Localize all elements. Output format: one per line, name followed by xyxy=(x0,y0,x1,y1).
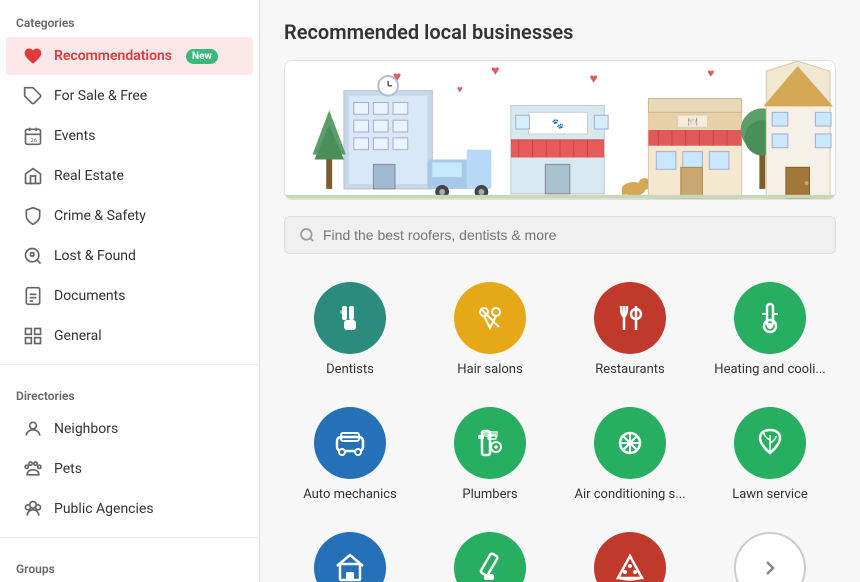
tag-icon xyxy=(22,85,44,107)
see-more-circle xyxy=(734,532,806,582)
sidebar-item-documents[interactable]: Documents xyxy=(6,277,253,315)
category-restaurants[interactable]: Restaurants xyxy=(564,274,696,387)
sidebar-item-for-sale[interactable]: For Sale & Free xyxy=(6,77,253,115)
calendar-icon: 26 xyxy=(22,125,44,147)
sidebar-item-general[interactable]: General xyxy=(6,317,253,355)
plumbers-circle xyxy=(454,407,526,479)
sidebar-item-general-label: General xyxy=(54,328,102,344)
svg-text:♥: ♥ xyxy=(707,66,714,80)
sidebar-item-crime-safety[interactable]: Crime & Safety xyxy=(6,197,253,235)
sidebar-item-events[interactable]: 26 Events xyxy=(6,117,253,155)
sidebar-item-neighbors[interactable]: Neighbors xyxy=(6,410,253,448)
sidebar-item-documents-label: Documents xyxy=(54,288,125,304)
grid-icon xyxy=(22,325,44,347)
person-icon xyxy=(22,418,44,440)
main-content: Recommended local businesses ♥ ♥ ♥ ♥ ♥ xyxy=(260,0,860,582)
sidebar-item-events-label: Events xyxy=(54,128,95,144)
heating-cooling-label: Heating and cooli... xyxy=(714,362,825,379)
air-conditioning-circle xyxy=(594,407,666,479)
shield-icon xyxy=(22,205,44,227)
lawn-service-label: Lawn service xyxy=(732,487,808,504)
real-estate-agents-circle xyxy=(314,532,386,582)
category-see-more[interactable]: See more xyxy=(704,524,836,582)
sidebar-item-public-agencies-label: Public Agencies xyxy=(54,501,154,517)
restaurants-circle xyxy=(594,282,666,354)
groups-section-title: Groups xyxy=(0,546,259,582)
sidebar-item-real-estate-label: Real Estate xyxy=(54,168,124,184)
category-lawn-service[interactable]: Lawn service xyxy=(704,399,836,512)
pizza-places-circle xyxy=(594,532,666,582)
lost-icon xyxy=(22,245,44,267)
pets-icon xyxy=(22,458,44,480)
category-air-conditioning[interactable]: Air conditioning s... xyxy=(564,399,696,512)
agency-icon xyxy=(22,498,44,520)
sidebar-item-lost-found-label: Lost & Found xyxy=(54,248,136,264)
dentists-circle xyxy=(314,282,386,354)
sidebar-item-pets-label: Pets xyxy=(54,461,82,477)
sidebar: Categories Recommendations New For Sale … xyxy=(0,0,260,582)
category-dentists[interactable]: Dentists xyxy=(284,274,416,387)
categories-section-title: Categories xyxy=(0,0,259,36)
directories-section-title: Directories xyxy=(0,373,259,409)
sidebar-item-neighbors-label: Neighbors xyxy=(54,421,118,437)
category-hair-salons[interactable]: Hair salons xyxy=(424,274,556,387)
category-plumbers[interactable]: Plumbers xyxy=(424,399,556,512)
page-title: Recommended local businesses xyxy=(284,20,836,44)
sidebar-item-real-estate[interactable]: Real Estate xyxy=(6,157,253,195)
category-heating-cooling[interactable]: Heating and cooli... xyxy=(704,274,836,387)
category-house-painters[interactable]: House painters xyxy=(424,524,556,582)
dentists-label: Dentists xyxy=(326,362,374,379)
heating-cooling-circle xyxy=(734,282,806,354)
sidebar-item-lost-found[interactable]: Lost & Found xyxy=(6,237,253,275)
sidebar-item-recommendations-label: Recommendations xyxy=(54,48,172,64)
auto-mechanics-label: Auto mechanics xyxy=(303,487,397,504)
hair-salons-circle xyxy=(454,282,526,354)
category-real-estate-agents[interactable]: Real estate agents xyxy=(284,524,416,582)
search-input[interactable] xyxy=(323,227,821,243)
search-bar[interactable] xyxy=(284,216,836,254)
heart-icon xyxy=(22,45,44,67)
svg-text:🍽: 🍽 xyxy=(688,117,698,126)
search-icon xyxy=(299,227,315,243)
hair-salons-label: Hair salons xyxy=(457,362,522,379)
sidebar-item-for-sale-label: For Sale & Free xyxy=(54,88,147,104)
svg-text:♥: ♥ xyxy=(491,63,499,79)
category-auto-mechanics[interactable]: Auto mechanics xyxy=(284,399,416,512)
lawn-service-circle xyxy=(734,407,806,479)
sidebar-item-pets[interactable]: Pets xyxy=(6,450,253,488)
sidebar-item-recommendations[interactable]: Recommendations New xyxy=(6,37,253,75)
auto-mechanics-circle xyxy=(314,407,386,479)
hero-illustration: ♥ ♥ ♥ ♥ ♥ xyxy=(284,60,836,200)
svg-text:♥: ♥ xyxy=(589,71,597,87)
air-conditioning-label: Air conditioning s... xyxy=(574,487,685,504)
restaurants-label: Restaurants xyxy=(595,362,664,379)
house-painters-circle xyxy=(454,532,526,582)
document-icon xyxy=(22,285,44,307)
svg-text:26: 26 xyxy=(31,138,38,144)
plumbers-label: Plumbers xyxy=(462,487,517,504)
svg-text:♥: ♥ xyxy=(457,85,463,96)
sidebar-item-public-agencies[interactable]: Public Agencies xyxy=(6,490,253,528)
svg-text:🐾: 🐾 xyxy=(552,119,564,130)
home-icon xyxy=(22,165,44,187)
categories-grid: Dentists Hair salons Restaurants Heating… xyxy=(284,274,836,582)
new-badge: New xyxy=(186,49,218,64)
sidebar-item-crime-safety-label: Crime & Safety xyxy=(54,208,146,224)
category-pizza-places[interactable]: Pizza places xyxy=(564,524,696,582)
